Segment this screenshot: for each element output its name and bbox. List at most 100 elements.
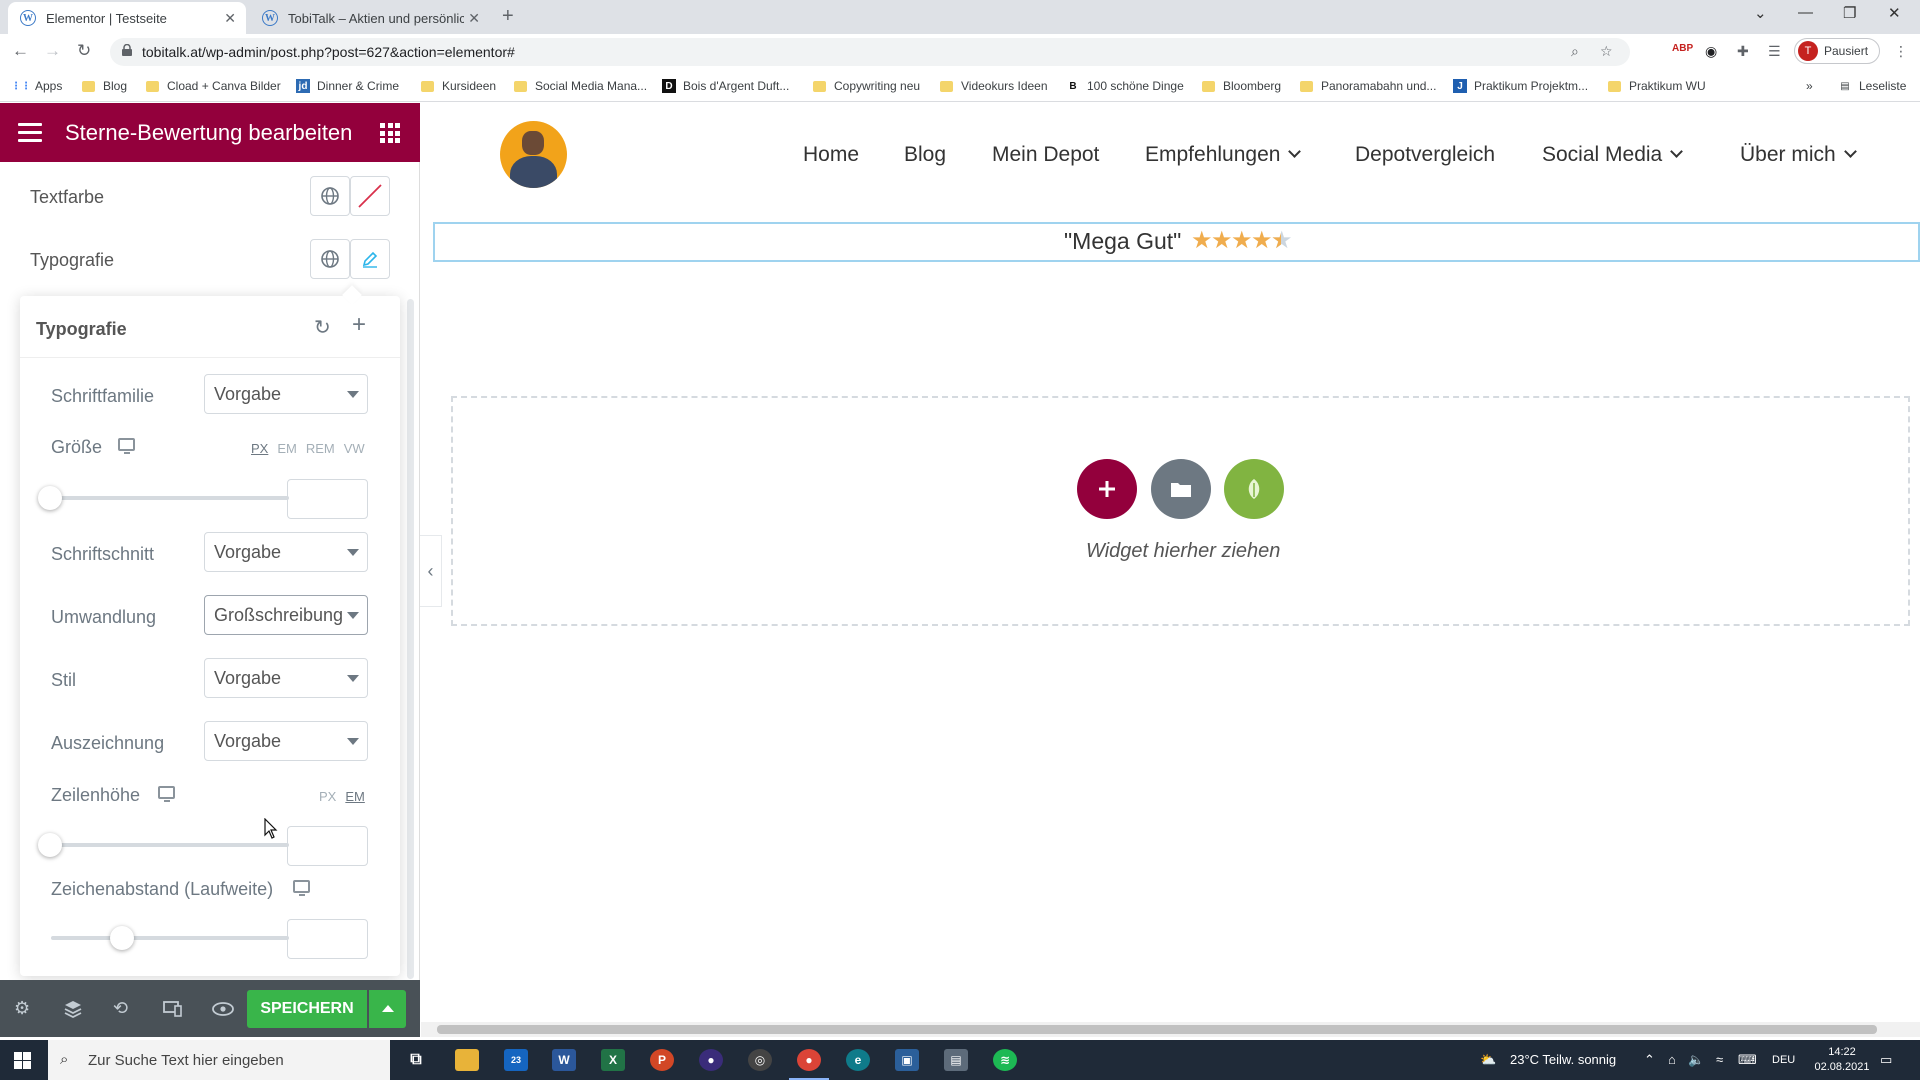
notes-icon[interactable]: ▤ xyxy=(944,1049,968,1071)
mail-icon[interactable]: 23 xyxy=(504,1049,528,1071)
elementor-kit-button[interactable] xyxy=(1224,459,1284,519)
bookmark-item[interactable]: Panoramabahn und... xyxy=(1300,79,1436,93)
bookmark-item[interactable]: Kursideen xyxy=(421,79,496,93)
nav-depotvergleich[interactable]: Depotvergleich xyxy=(1355,143,1495,167)
history-icon[interactable]: ⟲ xyxy=(113,998,128,1019)
bookmarks-more[interactable]: » xyxy=(1806,79,1813,93)
adblock-icon[interactable]: ABP xyxy=(1672,43,1693,54)
line-height-unit-switcher[interactable]: PX EM xyxy=(310,789,365,804)
app-icon[interactable]: ▣ xyxy=(895,1049,919,1071)
widgets-grid-icon[interactable] xyxy=(380,123,400,143)
size-unit-switcher[interactable]: PX EM REM VW xyxy=(242,441,365,456)
navigator-layers-icon[interactable] xyxy=(63,999,83,1019)
letter-spacing-input[interactable] xyxy=(287,919,368,959)
word-icon[interactable]: W xyxy=(552,1049,576,1071)
bookmark-item[interactable]: Praktikum WU xyxy=(1608,79,1706,93)
global-colors-icon[interactable] xyxy=(310,176,350,216)
close-tab-icon[interactable]: ✕ xyxy=(468,10,480,27)
minimize-icon[interactable]: — xyxy=(1798,4,1813,21)
edge-icon[interactable]: e xyxy=(846,1049,870,1071)
close-window-icon[interactable]: ✕ xyxy=(1888,4,1901,22)
bookmark-item[interactable]: Blog xyxy=(82,79,127,93)
collapse-panel-toggle[interactable]: ‹ xyxy=(420,535,442,607)
add-global-font-icon[interactable]: + xyxy=(352,311,366,339)
media-control-icon[interactable]: ☰ xyxy=(1768,43,1781,60)
bookmark-item[interactable]: Videokurs Ideen xyxy=(940,79,1048,93)
tab-elementor[interactable]: W Elementor | Testseite ✕ xyxy=(8,2,246,34)
scrollbar-thumb[interactable] xyxy=(437,1025,1877,1034)
bookmark-item[interactable]: D Bois d'Argent Duft... xyxy=(662,79,789,93)
desktop-responsive-icon[interactable] xyxy=(158,786,175,802)
hamburger-menu-icon[interactable] xyxy=(18,123,42,142)
obs-icon[interactable]: ◎ xyxy=(748,1049,772,1071)
tab-tobitalk[interactable]: W TobiTalk – Aktien und persönliche ✕ xyxy=(250,2,490,34)
reload-icon[interactable]: ↻ xyxy=(77,41,91,61)
panel-scrollbar[interactable] xyxy=(407,299,414,979)
add-section-button[interactable] xyxy=(1077,459,1137,519)
preview-eye-icon[interactable] xyxy=(212,1002,234,1016)
settings-gear-icon[interactable]: ⚙ xyxy=(14,998,30,1019)
bookmark-item[interactable]: Social Media Mana... xyxy=(514,79,647,93)
site-logo[interactable] xyxy=(500,121,567,188)
font-size-slider-handle[interactable] xyxy=(38,486,62,510)
keyboard-icon[interactable]: ⌨ xyxy=(1738,1052,1757,1068)
tray-chevron-icon[interactable]: ⌃ xyxy=(1644,1052,1655,1068)
letter-spacing-slider-handle[interactable] xyxy=(110,926,134,950)
nav-social-media[interactable]: Social Media xyxy=(1542,143,1684,167)
profile-button[interactable]: T Pausiert xyxy=(1794,38,1880,64)
line-height-input[interactable] xyxy=(287,826,368,866)
responsive-mode-icon[interactable] xyxy=(163,1000,183,1018)
notifications-icon[interactable]: ▭ xyxy=(1880,1052,1892,1068)
bookmark-item[interactable]: J Praktikum Projektm... xyxy=(1453,79,1588,93)
unit-rem[interactable]: REM xyxy=(306,441,335,456)
nav-empfehlungen[interactable]: Empfehlungen xyxy=(1145,143,1302,167)
nav-home[interactable]: Home xyxy=(803,143,859,167)
text-transform-select[interactable]: Großschreibung xyxy=(204,595,368,635)
excel-icon[interactable]: X xyxy=(601,1049,625,1071)
chrome-icon[interactable]: ● xyxy=(789,1049,829,1080)
unit-px[interactable]: PX xyxy=(251,441,268,456)
back-icon[interactable]: ← xyxy=(12,41,29,61)
bookmark-item[interactable]: B 100 schöne Dinge xyxy=(1066,79,1183,93)
star-bookmark-icon[interactable]: ☆ xyxy=(1600,43,1613,60)
close-tab-icon[interactable]: ✕ xyxy=(224,10,236,27)
wifi-icon[interactable]: ≈ xyxy=(1716,1052,1723,1067)
unit-px[interactable]: PX xyxy=(319,789,336,804)
menu-dots-icon[interactable]: ⋮ xyxy=(1894,43,1908,60)
volume-icon[interactable]: 🔈 xyxy=(1688,1052,1704,1068)
global-fonts-icon[interactable] xyxy=(310,239,350,279)
network-icon[interactable]: ⌂ xyxy=(1668,1052,1676,1067)
unit-em[interactable]: EM xyxy=(345,789,365,804)
font-style-select[interactable]: Vorgabe xyxy=(204,658,368,698)
reset-icon[interactable]: ↻ xyxy=(314,315,331,340)
add-template-button[interactable] xyxy=(1151,459,1211,519)
nav-blog[interactable]: Blog xyxy=(904,143,946,167)
bookmark-item[interactable]: Bloomberg xyxy=(1202,79,1281,93)
save-button[interactable]: SPEICHERN xyxy=(247,990,367,1028)
edit-pencil-icon[interactable] xyxy=(350,239,390,279)
system-clock[interactable]: 14:22 02.08.2021 xyxy=(1812,1045,1872,1075)
font-weight-select[interactable]: Vorgabe xyxy=(204,532,368,572)
bookmark-item[interactable]: Cload + Canva Bilder xyxy=(146,79,281,93)
save-options-button[interactable] xyxy=(369,990,406,1028)
address-bar[interactable]: tobitalk.at/wp-admin/post.php?post=627&a… xyxy=(110,38,1630,66)
font-size-input[interactable] xyxy=(287,479,368,519)
windows-start-icon[interactable] xyxy=(14,1052,31,1069)
task-view-icon[interactable]: ⧉ xyxy=(404,1049,428,1071)
taskbar-search[interactable]: ⌕ Zur Suche Text hier eingeben xyxy=(48,1040,390,1080)
firefox-icon[interactable]: ● xyxy=(699,1049,723,1071)
nav-ueber-mich[interactable]: Über mich xyxy=(1740,143,1857,167)
line-height-slider-handle[interactable] xyxy=(38,833,62,857)
unit-vw[interactable]: VW xyxy=(344,441,365,456)
font-size-slider[interactable] xyxy=(51,496,289,500)
desktop-responsive-icon[interactable] xyxy=(118,438,135,454)
preview-horizontal-scrollbar[interactable] xyxy=(421,1022,1920,1037)
language-indicator[interactable]: DEU xyxy=(1772,1054,1795,1066)
reading-list[interactable]: ▤ Leseliste xyxy=(1838,79,1906,93)
forward-icon[interactable]: → xyxy=(44,41,61,61)
nav-mein-depot[interactable]: Mein Depot xyxy=(992,143,1099,167)
bookmark-item[interactable]: jd Dinner & Crime xyxy=(296,79,399,93)
weather-icon[interactable]: ⛅ xyxy=(1480,1052,1496,1068)
restore-icon[interactable]: ❐ xyxy=(1843,4,1856,22)
bookmark-apps[interactable]: ⋮⋮ Apps xyxy=(11,79,62,93)
